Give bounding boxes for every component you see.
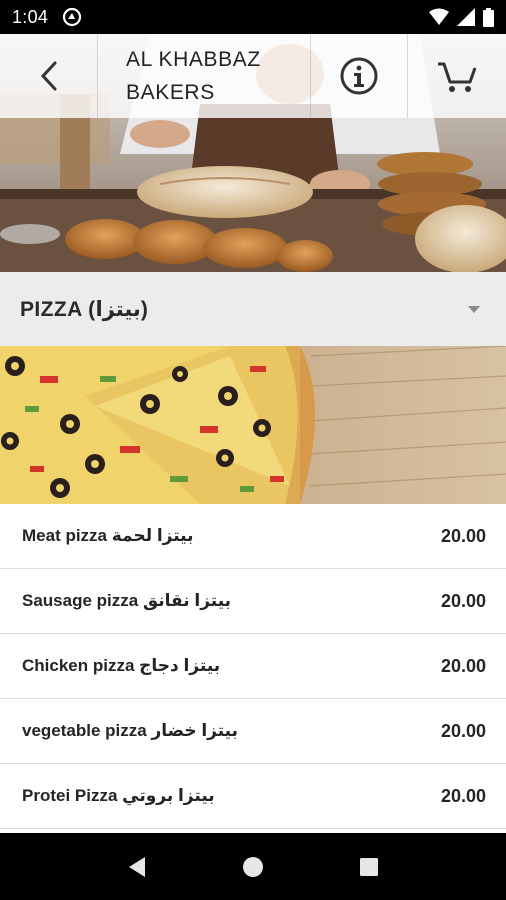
menu-item-price: 20.00 bbox=[440, 720, 486, 741]
battery-icon bbox=[483, 7, 494, 27]
cart-button[interactable] bbox=[408, 34, 506, 118]
status-bar: 1:04 bbox=[0, 0, 506, 34]
menu-item[interactable]: Meat pizza بيتزا لحمة 20.00 bbox=[0, 504, 506, 569]
category-header[interactable]: PIZZA (بيتزا) bbox=[0, 272, 506, 346]
title-line-2: BAKERS bbox=[126, 81, 215, 104]
menu-list: Meat pizza بيتزا لحمة 20.00 Sausage pizz… bbox=[0, 504, 506, 829]
sync-icon bbox=[63, 7, 82, 27]
navigation-bar bbox=[0, 833, 506, 900]
back-button[interactable] bbox=[0, 34, 98, 118]
menu-item-price: 20.00 bbox=[440, 590, 486, 611]
menu-item-price: 20.00 bbox=[440, 655, 486, 676]
back-triangle-icon[interactable] bbox=[127, 856, 147, 878]
category-image bbox=[0, 346, 506, 504]
recents-square-icon[interactable] bbox=[359, 857, 379, 877]
menu-item-name: Meat pizza بيتزا لحمة bbox=[22, 526, 194, 545]
menu-item-name: Sausage pizza بيتزا نقانق bbox=[22, 591, 232, 610]
info-button[interactable] bbox=[311, 34, 408, 118]
menu-item[interactable]: Sausage pizza بيتزا نقانق 20.00 bbox=[0, 569, 506, 634]
menu-item-name: Protei Pizza بيتزا بروتي bbox=[22, 786, 215, 805]
signal-icon bbox=[457, 8, 475, 26]
status-time: 1:04 bbox=[12, 6, 49, 27]
menu-item[interactable]: Protei Pizza بيتزا بروتي 20.00 bbox=[0, 764, 506, 829]
chevron-left-icon bbox=[40, 61, 56, 91]
info-icon bbox=[340, 57, 378, 95]
menu-item[interactable]: Chicken pizza بيتزا دجاج 20.00 bbox=[0, 634, 506, 699]
menu-item-name: Chicken pizza بيتزا دجاج bbox=[22, 656, 221, 675]
wifi-icon bbox=[429, 8, 449, 25]
menu-item-price: 20.00 bbox=[440, 525, 486, 546]
menu-item-price: 20.00 bbox=[440, 785, 486, 806]
menu-item-name: vegetable pizza بيتزا خضار bbox=[22, 721, 238, 740]
cart-icon bbox=[438, 62, 477, 92]
app-header: AL KHABBAZ BAKERS bbox=[0, 34, 506, 118]
title-line-1: AL KHABBAZ bbox=[126, 48, 261, 71]
status-icons bbox=[429, 7, 494, 27]
category-title: PIZZA (بيتزا) bbox=[20, 297, 149, 321]
menu-item[interactable]: vegetable pizza بيتزا خضار 20.00 bbox=[0, 699, 506, 764]
home-circle-icon[interactable] bbox=[242, 856, 264, 878]
header-title: AL KHABBAZ BAKERS bbox=[98, 34, 311, 118]
dropdown-caret-icon bbox=[468, 305, 480, 313]
